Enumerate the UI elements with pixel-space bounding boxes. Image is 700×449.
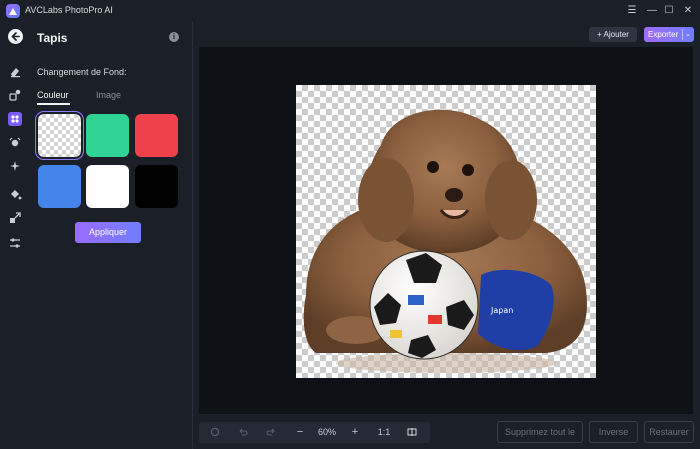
panel-divider bbox=[192, 22, 193, 449]
panel-title: Tapis bbox=[37, 31, 68, 45]
remove-mask-button[interactable]: Supprimez tout le masque bbox=[497, 421, 583, 449]
zoom-level: 60% bbox=[317, 427, 336, 437]
export-separator bbox=[682, 29, 683, 40]
swatch-blue[interactable] bbox=[38, 165, 81, 208]
bottom-toolbar: − 60% + 1:1 bbox=[199, 422, 430, 443]
app-title: AVCLabs PhotoPro AI bbox=[25, 5, 113, 15]
undo-icon[interactable] bbox=[235, 422, 251, 443]
invert-button[interactable]: Inverse bbox=[589, 421, 638, 443]
info-icon[interactable]: i bbox=[169, 32, 179, 42]
close-icon[interactable]: ✕ bbox=[680, 3, 696, 19]
swatch-red[interactable] bbox=[135, 114, 178, 157]
menu-icon[interactable]: ☰ bbox=[624, 3, 640, 19]
tab-image[interactable]: Image bbox=[96, 90, 121, 100]
image-preview[interactable]: Japan bbox=[296, 85, 596, 378]
background-icon[interactable] bbox=[8, 112, 22, 126]
redo-icon[interactable] bbox=[263, 422, 279, 443]
apply-button[interactable]: Appliquer bbox=[75, 222, 141, 243]
retouch-icon[interactable] bbox=[8, 88, 22, 102]
actual-size-button[interactable]: 1:1 bbox=[374, 422, 394, 443]
export-button[interactable]: Exporter ⌄ bbox=[644, 27, 694, 42]
zoom-in-button[interactable]: + bbox=[347, 422, 363, 443]
swatch-green[interactable] bbox=[86, 114, 129, 157]
export-label: Exporter bbox=[648, 30, 679, 39]
reset-icon[interactable] bbox=[207, 422, 223, 443]
app-logo bbox=[6, 4, 20, 18]
minimize-icon[interactable]: — bbox=[644, 3, 660, 19]
swatch-transparent[interactable] bbox=[38, 114, 81, 157]
swatch-black[interactable] bbox=[135, 165, 178, 208]
title-bar: AVCLabs PhotoPro AI ☰ — ☐ ✕ bbox=[0, 0, 700, 22]
canvas-area[interactable]: Japan bbox=[199, 47, 693, 414]
fill-icon[interactable] bbox=[8, 187, 22, 201]
swatch-white[interactable] bbox=[86, 165, 129, 208]
back-icon[interactable] bbox=[8, 29, 23, 44]
zoom-out-button[interactable]: − bbox=[292, 422, 308, 443]
dog-with-ball-image: Japan bbox=[303, 109, 587, 373]
chevron-down-icon[interactable]: ⌄ bbox=[685, 27, 691, 42]
sparkle-icon[interactable] bbox=[8, 159, 22, 173]
adjust-icon[interactable] bbox=[8, 236, 22, 250]
restore-button[interactable]: Restaurer bbox=[644, 421, 694, 443]
add-button[interactable]: + Ajouter bbox=[589, 27, 637, 42]
active-tab-indicator bbox=[37, 103, 70, 105]
background-panel: Tapis i Changement de Fond: Couleur Imag… bbox=[30, 22, 192, 449]
tab-color[interactable]: Couleur bbox=[37, 90, 69, 100]
compare-icon[interactable] bbox=[404, 422, 420, 443]
upscale-icon[interactable] bbox=[8, 211, 22, 225]
maximize-icon[interactable]: ☐ bbox=[661, 3, 677, 19]
face-icon[interactable] bbox=[8, 136, 22, 150]
cloth-text: Japan bbox=[490, 306, 513, 315]
tool-rail bbox=[0, 22, 30, 449]
eraser-icon[interactable] bbox=[8, 65, 22, 79]
background-change-label: Changement de Fond: bbox=[37, 67, 127, 77]
